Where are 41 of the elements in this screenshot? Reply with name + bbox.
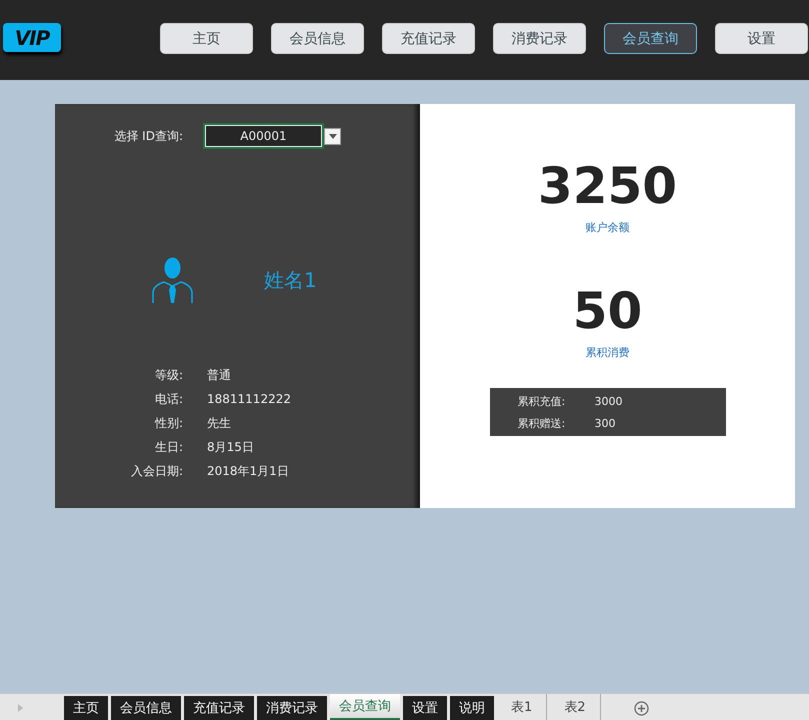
field-value: 2018年1月1日 xyxy=(207,463,290,480)
stat-value: 3250 xyxy=(538,156,678,216)
field-label: 入会日期: xyxy=(130,463,183,480)
person-icon xyxy=(152,257,193,304)
total-label: 累积充值: xyxy=(518,394,566,410)
field-label: 性别: xyxy=(154,415,183,432)
stat-value: 50 xyxy=(572,281,642,341)
stat-label: 账户余额 xyxy=(585,220,630,235)
sheet-tab[interactable]: 表2 xyxy=(550,694,601,720)
field-value: 18811112222 xyxy=(207,391,292,408)
nav-button[interactable]: 主页 xyxy=(160,23,253,54)
nav-button[interactable]: 会员信息 xyxy=(271,23,364,54)
query-label: 选择 ID查询: xyxy=(113,128,183,144)
sheet-tab[interactable]: 主页 xyxy=(64,696,108,720)
dropdown-button[interactable] xyxy=(324,128,341,144)
sheet-tab[interactable]: 充值记录 xyxy=(184,696,254,720)
field-value: 先生 xyxy=(207,415,232,432)
vip-logo: VIP xyxy=(3,23,61,52)
member-name: 姓名1 xyxy=(264,267,317,294)
sheet-tab[interactable]: 消费记录 xyxy=(257,696,327,720)
sheet-tab[interactable]: 表1 xyxy=(497,694,548,720)
sheet-tab[interactable]: 设置 xyxy=(403,696,447,720)
sheet-tab[interactable]: 会员信息 xyxy=(111,696,181,720)
field-label: 等级: xyxy=(154,367,183,384)
total-label: 累积赠送: xyxy=(518,416,566,432)
field-label: 电话: xyxy=(154,391,183,408)
nav-button[interactable]: 充值记录 xyxy=(382,23,475,54)
total-value: 3000 xyxy=(594,394,624,410)
field-label: 生日: xyxy=(154,439,183,456)
nav-button[interactable]: 会员查询 xyxy=(604,23,697,54)
add-sheet-icon[interactable] xyxy=(634,701,649,716)
nav-button[interactable]: 设置 xyxy=(715,23,808,54)
stat-label: 累积消费 xyxy=(586,345,630,360)
total-value: 300 xyxy=(594,416,616,432)
caret-icon xyxy=(328,134,336,138)
nav-button[interactable]: 消费记录 xyxy=(493,23,586,54)
field-value: 8月15日 xyxy=(207,439,255,456)
field-value: 普通 xyxy=(207,367,232,384)
id-field[interactable]: A00001 xyxy=(205,125,322,147)
sheet-tab[interactable]: 会员查询 xyxy=(330,694,400,720)
sheet-tab[interactable]: 说明 xyxy=(450,696,494,720)
